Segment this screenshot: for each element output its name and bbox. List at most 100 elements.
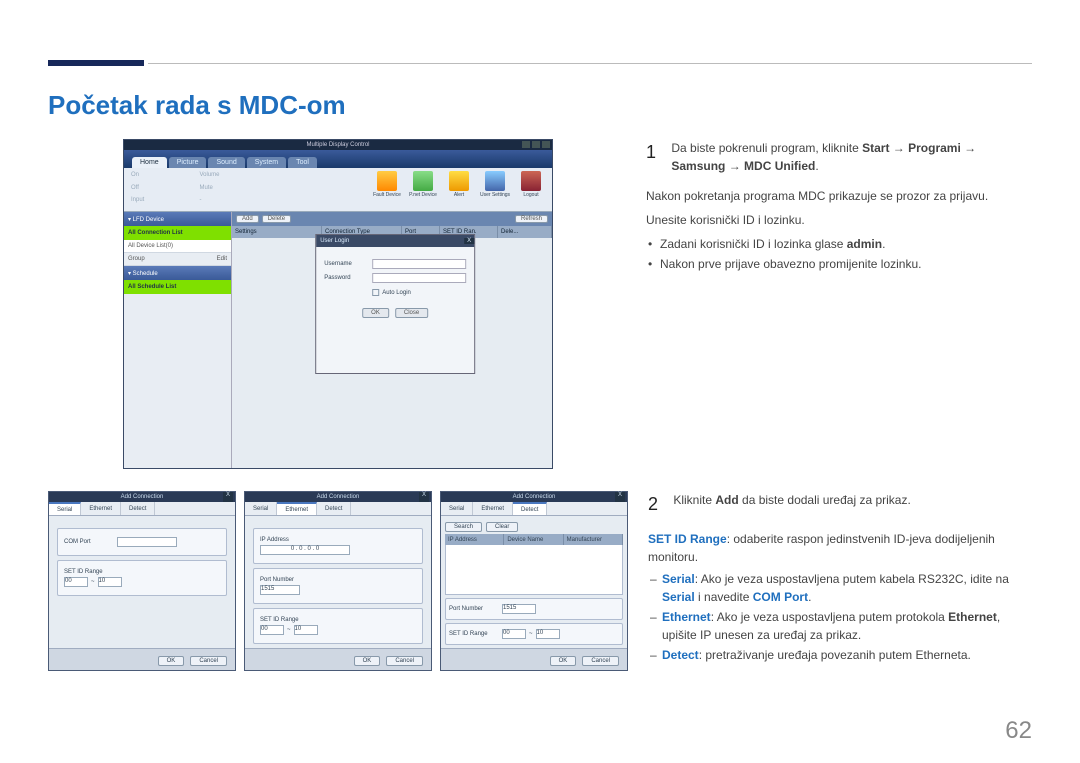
eth-setid-to[interactable]: 10 (294, 625, 318, 635)
ac-cancel-button3[interactable]: Cancel (582, 656, 619, 666)
ribbon-volume[interactable]: Volume (199, 171, 267, 183)
auto-login-label: Auto Login (382, 290, 411, 296)
ac-det-footer: OK Cancel (441, 648, 627, 672)
step1-bullet1: Zadani korisnički ID i lozinka glase adm… (646, 235, 1032, 253)
ac-ok-button3[interactable]: OK (550, 656, 577, 666)
pnet-device-button[interactable]: P.net Device (408, 171, 438, 208)
step2-ethernet: Ethernet: Ako je veza uspostavljena pute… (648, 608, 1032, 644)
ac-tab-detect[interactable]: Detect (121, 502, 155, 515)
step1-bullet2: Nakon prve prijave obavezno promijenite … (646, 255, 1032, 273)
ac-tab-serial3[interactable]: Serial (441, 502, 473, 515)
s2-text2: da biste dodali uređaj za prikaz. (739, 493, 911, 507)
instructions-step2: 2 Kliknite Add da biste dodali uređaj za… (648, 491, 1032, 671)
user-login-dialog: User Login X Username Password (315, 234, 475, 374)
ac-ok-button[interactable]: OK (158, 656, 185, 666)
mdc-window-title: Multiple Display Control (306, 142, 369, 148)
ac-serial-title: Add ConnectionX (49, 492, 235, 502)
sidebar-group-row[interactable]: Group Edit (124, 253, 231, 266)
ribbon-off[interactable]: Off (130, 184, 198, 196)
setid-from[interactable]: 00 (64, 577, 88, 587)
max-icon[interactable] (532, 141, 540, 148)
login-ok-button[interactable]: OK (362, 308, 389, 318)
tab-tool[interactable]: Tool (288, 157, 317, 168)
ac-tab-detect2[interactable]: Detect (317, 502, 351, 515)
ac-close-icon[interactable]: X (223, 492, 233, 502)
det-setid-from[interactable]: 00 (502, 629, 526, 639)
step2-number: 2 (648, 491, 670, 518)
ac-eth-tabs: Serial Ethernet Detect (245, 502, 431, 516)
det-setid-to[interactable]: 10 (536, 629, 560, 639)
mdc-body: ▾ LFD Device All Connection List All Dev… (124, 212, 552, 468)
clear-button[interactable]: Clear (486, 522, 518, 532)
refresh-button[interactable]: Refresh (515, 215, 548, 223)
sidebar-schedule-list[interactable]: All Schedule List (124, 280, 231, 294)
ac-cancel-button2[interactable]: Cancel (386, 656, 423, 666)
logout-label: Logout (523, 192, 538, 198)
user-settings-button[interactable]: User Settings (480, 171, 510, 208)
ip-input[interactable]: 0 . 0 . 0 . 0 (260, 545, 350, 555)
username-input[interactable] (372, 259, 466, 269)
sidebar-lfd-header[interactable]: ▾ LFD Device (124, 212, 231, 226)
ac-ok-button2[interactable]: OK (354, 656, 381, 666)
content-row-2: Add Connection X Serial Ethernet Detect C… (48, 491, 1032, 671)
close-icon[interactable] (542, 141, 550, 148)
det-setid-group: SET ID Range 00 ~ 10 (445, 623, 623, 645)
device-icon (413, 171, 433, 191)
sidebar-schedule-header[interactable]: ▾ Schedule (124, 266, 231, 280)
content-row-1: Multiple Display Control Home Picture So… (48, 139, 1032, 469)
ac-cancel-button[interactable]: Cancel (190, 656, 227, 666)
ac-tab-serial2[interactable]: Serial (245, 502, 277, 515)
logout-button[interactable]: Logout (516, 171, 546, 208)
login-close-button[interactable]: Close (395, 308, 428, 318)
mdc-ribbon: On Volume Off Mute Input - Fault Device … (124, 168, 552, 212)
tab-picture[interactable]: Picture (169, 157, 207, 168)
search-button[interactable]: Search (445, 522, 482, 532)
setid-label: SET ID Range (64, 569, 114, 575)
det-port-input[interactable]: 1515 (502, 604, 536, 614)
fault-device-button[interactable]: Fault Device (372, 171, 402, 208)
addconn-detect-dialog: Add Connection X Serial Ethernet Detect S… (440, 491, 628, 671)
ribbon-mute[interactable]: Mute (199, 184, 267, 196)
ac-title-text3: Add Connection (513, 494, 556, 500)
add-label: Add (715, 493, 738, 507)
sidebar-edit-link[interactable]: Edit (217, 256, 227, 262)
ac-det-title: Add Connection X (441, 492, 627, 502)
tilde: ~ (91, 579, 95, 585)
ribbon-input[interactable]: Input (130, 196, 198, 208)
ac-tab-detect3[interactable]: Detect (513, 502, 547, 515)
port-label: Port Number (260, 577, 310, 583)
login-close-icon[interactable]: X (464, 238, 474, 244)
mdc-titlebar: Multiple Display Control (124, 140, 552, 150)
ac-tab-serial[interactable]: Serial (49, 502, 81, 515)
ac-close-icon2[interactable]: X (419, 492, 429, 502)
tab-system[interactable]: System (247, 157, 286, 168)
alert-button[interactable]: Alert (444, 171, 474, 208)
addconn-serial-dialog: Add ConnectionX Serial Ethernet Detect C… (48, 491, 236, 671)
com-port-select[interactable] (117, 537, 177, 547)
add-button[interactable]: Add (236, 215, 259, 223)
ac-tab-ethernet2[interactable]: Ethernet (277, 502, 317, 515)
auto-login-check[interactable]: Auto Login (372, 289, 466, 296)
password-input[interactable] (372, 273, 466, 283)
ac-close-icon3[interactable]: X (615, 492, 625, 502)
ac-tab-ethernet[interactable]: Ethernet (81, 502, 121, 515)
sidebar-conn-list[interactable]: All Connection List (124, 226, 231, 240)
min-icon[interactable] (522, 141, 530, 148)
sidebar-all-list[interactable]: All Device List(0) (124, 240, 231, 253)
tab-home[interactable]: Home (132, 157, 167, 168)
ac-tab-ethernet3[interactable]: Ethernet (473, 502, 513, 515)
eth-setid-from[interactable]: 00 (260, 625, 284, 635)
ribbon-on[interactable]: On (130, 171, 198, 183)
tab-sound[interactable]: Sound (208, 157, 244, 168)
col-name: Device Name (504, 534, 563, 545)
setid-to[interactable]: 10 (98, 577, 122, 587)
delete-button[interactable]: Delete (262, 215, 291, 223)
comport-blue: COM Port (753, 590, 808, 604)
ac-title-text2: Add Connection (317, 494, 360, 500)
addconn-screenshots: Add Connection X Serial Ethernet Detect C… (48, 491, 628, 671)
serial-blue: Serial (662, 572, 695, 586)
det-text: : pretraživanje uređaja povezanih putem … (699, 648, 971, 662)
ac-serial-footer: OK Cancel (49, 648, 235, 672)
page-number: 62 (1005, 717, 1032, 745)
port-input[interactable]: 1515 (260, 585, 300, 595)
